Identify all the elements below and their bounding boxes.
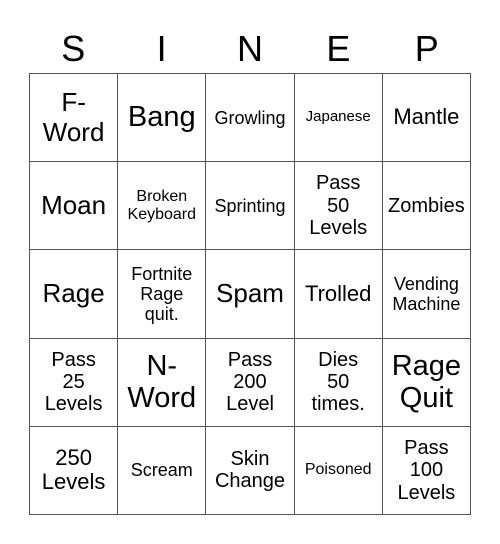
bingo-cell[interactable]: Pass 50 Levels: [294, 162, 383, 251]
cell-text: Skin Change: [214, 448, 286, 493]
cell-text: Mantle: [393, 104, 460, 130]
bingo-header: S I N E P: [29, 26, 471, 72]
cell-text: Rage: [42, 278, 105, 309]
cell-text: Poisoned: [304, 461, 372, 479]
cell-text: Japanese: [305, 108, 371, 126]
bingo-cell[interactable]: Vending Machine: [382, 250, 471, 339]
bingo-cell[interactable]: Moan: [30, 162, 119, 251]
bingo-cell[interactable]: 250 Levels: [30, 426, 119, 515]
cell-text: Pass 100 Levels: [397, 436, 456, 504]
bingo-cell[interactable]: Rage Quit: [382, 338, 471, 427]
bingo-cell[interactable]: Mantle: [382, 74, 471, 163]
cell-text: Vending Machine: [392, 273, 461, 314]
cell-text: Sprinting: [214, 195, 286, 216]
cell-text: Trolled: [304, 280, 372, 306]
header-letter: P: [414, 28, 439, 69]
bingo-cell[interactable]: Scream: [118, 426, 207, 515]
bingo-cell[interactable]: F- Word: [30, 74, 119, 163]
bingo-cell[interactable]: Pass 100 Levels: [382, 426, 471, 515]
cell-text: Spam: [216, 278, 284, 309]
bingo-cell[interactable]: Broken Keyboard: [118, 162, 207, 251]
bingo-cell[interactable]: Bang: [118, 74, 207, 163]
cell-text: Broken Keyboard: [127, 187, 197, 223]
bingo-cell[interactable]: Rage: [30, 250, 119, 339]
bingo-cell[interactable]: Pass 25 Levels: [30, 338, 119, 427]
cell-text: Pass 200 Level: [226, 348, 274, 416]
cell-text: F- Word: [42, 87, 105, 147]
cell-text: Dies 50 times.: [311, 348, 365, 416]
cell-text: Rage Quit: [391, 349, 462, 415]
bingo-cell[interactable]: Spam: [206, 250, 295, 339]
bingo-cell[interactable]: Zombies: [382, 162, 471, 251]
cell-text: Pass 25 Levels: [44, 348, 103, 416]
bingo-grid: F- Word Bang Growling Japanese Mantle Mo…: [29, 73, 471, 515]
bingo-cell[interactable]: Japanese: [294, 74, 383, 163]
cell-text: Scream: [130, 460, 193, 481]
bingo-cell[interactable]: Fortnite Rage quit.: [118, 250, 207, 339]
bingo-cell[interactable]: Growling: [206, 74, 295, 163]
cell-text: Zombies: [388, 194, 465, 217]
header-letter: I: [156, 28, 167, 69]
header-letter: N: [236, 28, 263, 69]
bingo-cell[interactable]: Trolled: [294, 250, 383, 339]
header-letter: S: [61, 28, 86, 69]
cell-text: Moan: [41, 190, 107, 221]
bingo-cell[interactable]: N- Word: [118, 338, 207, 427]
cell-text: N- Word: [127, 349, 197, 415]
cell-text: Pass 50 Levels: [309, 172, 368, 239]
cell-text: Bang: [127, 101, 196, 134]
cell-text: Growling: [214, 107, 286, 128]
bingo-cell[interactable]: Pass 200 Level: [206, 338, 295, 427]
cell-text: 250 Levels: [41, 444, 106, 495]
bingo-cell[interactable]: Sprinting: [206, 162, 295, 251]
bingo-cell[interactable]: Poisoned: [294, 426, 383, 515]
bingo-cell[interactable]: Dies 50 times.: [294, 338, 383, 427]
cell-text: Fortnite Rage quit.: [131, 263, 193, 325]
bingo-cell[interactable]: Skin Change: [206, 426, 295, 515]
header-letter: E: [326, 28, 351, 69]
